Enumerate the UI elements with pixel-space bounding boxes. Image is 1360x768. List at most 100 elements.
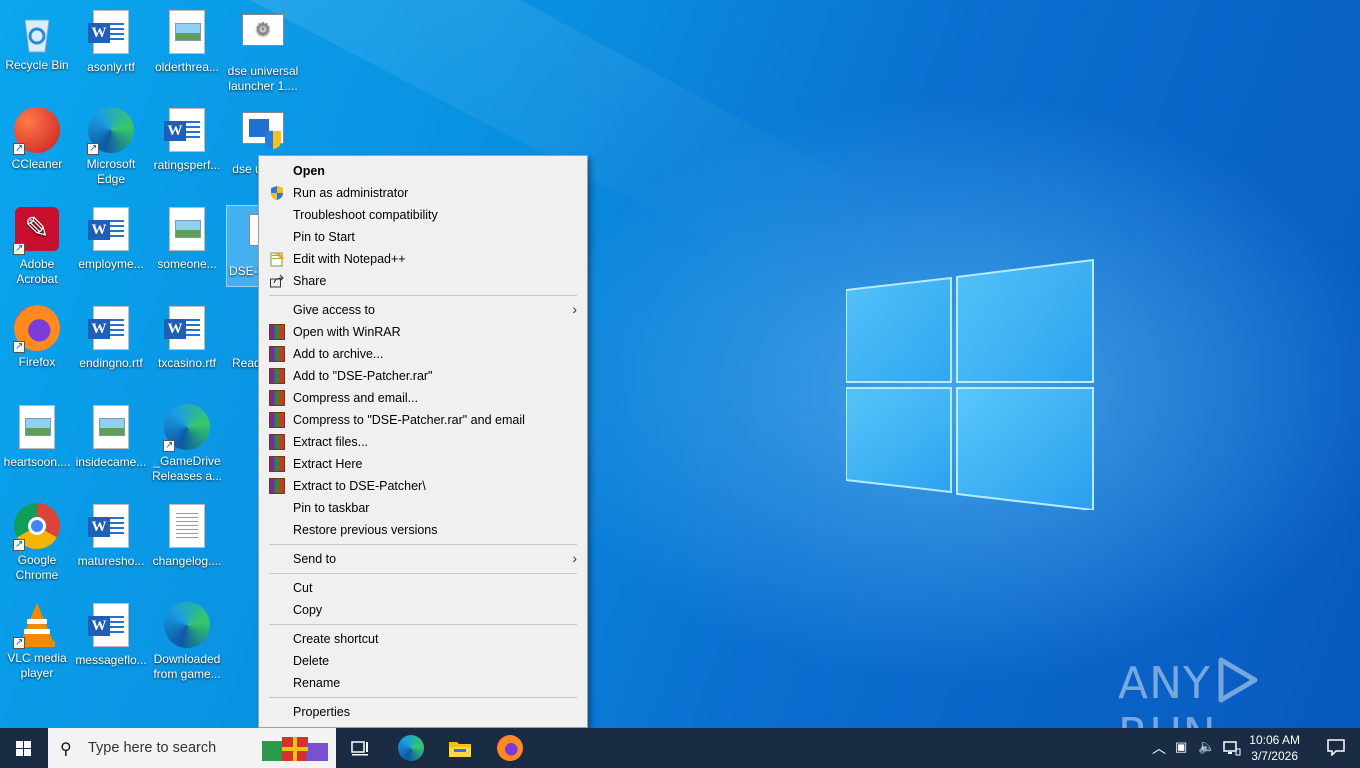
menu-item-edit-with-notepadpp[interactable]: Edit with Notepad++ xyxy=(259,248,587,270)
menu-item-label: Share xyxy=(293,274,327,288)
menu-item-label: Copy xyxy=(293,603,323,617)
menu-item-delete[interactable]: Delete xyxy=(259,650,587,672)
desktop-icon-dse-universal-launcher[interactable]: ⚙ dse universal launcher 1.... xyxy=(226,8,300,94)
notepadpp-icon xyxy=(269,251,285,267)
menu-item-create-shortcut[interactable]: Create shortcut xyxy=(259,628,587,650)
image-file-icon xyxy=(87,405,135,453)
taskbar-edge-button[interactable] xyxy=(397,734,425,762)
icon-label: messageflo... xyxy=(75,653,147,667)
desktop-icon-changelog[interactable]: changelog.... xyxy=(150,502,224,569)
menu-item-compress-and-email[interactable]: Compress and email... xyxy=(259,387,587,409)
desktop-icon-messageflo[interactable]: messageflo... xyxy=(74,601,148,668)
anyrun-watermark: ANY RUN xyxy=(1118,656,1318,760)
menu-separator xyxy=(269,295,577,296)
share-icon xyxy=(269,273,285,289)
menu-item-rename[interactable]: Rename xyxy=(259,672,587,694)
task-view-button[interactable] xyxy=(346,734,374,762)
menu-separator xyxy=(269,544,577,545)
menu-item-label: Open with WinRAR xyxy=(293,325,401,339)
firefox-icon xyxy=(13,305,61,354)
menu-item-label: Add to "DSE-Patcher.rar" xyxy=(293,369,433,383)
taskbar-file-explorer-button[interactable] xyxy=(446,734,474,762)
desktop-icon-maturesho[interactable]: maturesho... xyxy=(74,502,148,569)
taskbar: ⚲ Type here to search ︿ ▣ 🔈 10:06 AM 3/7… xyxy=(0,728,1360,768)
menu-separator xyxy=(269,573,577,574)
menu-item-extract-here[interactable]: Extract Here xyxy=(259,453,587,475)
network-button[interactable] xyxy=(1222,728,1242,768)
desktop-icon-gamedrive[interactable]: _GameDrive Releases a... xyxy=(150,403,224,484)
word-document-icon xyxy=(87,10,135,58)
taskbar-clock[interactable]: 10:06 AM 3/7/2026 xyxy=(1249,732,1300,764)
edge-icon xyxy=(87,107,135,156)
volume-icon: 🔈 xyxy=(1198,738,1216,754)
installer-shield-icon xyxy=(239,112,287,160)
show-hidden-icons-button[interactable]: ︿ xyxy=(1150,728,1166,768)
menu-item-open[interactable]: Open xyxy=(259,160,587,182)
start-button[interactable] xyxy=(0,728,48,768)
icon-label: Firefox xyxy=(18,355,56,369)
desktop-icon-ratingsperf[interactable]: ratingsperf... xyxy=(150,106,224,173)
desktop-icon-asonly[interactable]: asonly.rtf xyxy=(74,8,148,75)
desktop-icon-heartsoon[interactable]: heartsoon.... xyxy=(0,403,74,470)
menu-item-label: Cut xyxy=(293,581,313,595)
desktop-icon-olderthrea[interactable]: olderthrea... xyxy=(150,8,224,75)
menu-item-label: Pin to taskbar xyxy=(293,501,370,515)
menu-item-run-as-administrator[interactable]: Run as administrator xyxy=(259,182,587,204)
icon-label: olderthrea... xyxy=(154,60,220,74)
application-window-icon: ⚙ xyxy=(239,14,287,62)
uac-shield-icon xyxy=(269,185,285,201)
menu-item-copy[interactable]: Copy xyxy=(259,599,587,621)
icon-label: maturesho... xyxy=(77,554,145,568)
menu-item-extract-to-folder[interactable]: Extract to DSE-Patcher\ xyxy=(259,475,587,497)
menu-item-extract-files[interactable]: Extract files... xyxy=(259,431,587,453)
winrar-icon xyxy=(269,412,285,428)
desktop-icon-endingno[interactable]: endingno.rtf xyxy=(74,304,148,371)
icon-label: Microsoft Edge xyxy=(86,157,136,186)
recycle-bin-icon xyxy=(13,8,61,56)
menu-item-pin-to-start[interactable]: Pin to Start xyxy=(259,226,587,248)
menu-item-share[interactable]: Share xyxy=(259,270,587,292)
volume-button[interactable]: 🔈 xyxy=(1196,728,1218,768)
winrar-icon xyxy=(269,434,285,450)
menu-item-open-with-winrar[interactable]: Open with WinRAR xyxy=(259,321,587,343)
notification-icon xyxy=(1327,739,1345,757)
menu-item-compress-to-rar-and-email[interactable]: Compress to "DSE-Patcher.rar" and email xyxy=(259,409,587,431)
menu-item-add-to-dse-patcher-rar[interactable]: Add to "DSE-Patcher.rar" xyxy=(259,365,587,387)
menu-item-send-to[interactable]: Send to › xyxy=(259,548,587,570)
icon-label: VLC media player xyxy=(7,651,67,680)
taskbar-search-box[interactable]: ⚲ Type here to search xyxy=(48,728,336,768)
menu-item-troubleshoot-compatibility[interactable]: Troubleshoot compatibility xyxy=(259,204,587,226)
desktop-icon-insidecame[interactable]: insidecame... xyxy=(74,403,148,470)
icon-label: dse universal launcher 1.... xyxy=(227,64,299,93)
desktop-icon-someone[interactable]: someone... xyxy=(150,205,224,272)
desktop-icon-google-chrome[interactable]: Google Chrome xyxy=(0,502,74,583)
desktop-icon-recycle-bin[interactable]: Recycle Bin xyxy=(0,8,74,73)
word-document-icon xyxy=(163,108,211,156)
desktop-icon-microsoft-edge[interactable]: Microsoft Edge xyxy=(74,106,148,187)
menu-item-label: Create shortcut xyxy=(293,632,379,646)
menu-item-give-access-to[interactable]: Give access to › xyxy=(259,299,587,321)
desktop-icon-vlc[interactable]: VLC media player xyxy=(0,601,74,681)
acrobat-icon: ✎ xyxy=(13,207,61,256)
menu-item-add-to-archive[interactable]: Add to archive... xyxy=(259,343,587,365)
menu-item-properties[interactable]: Properties xyxy=(259,701,587,723)
action-center-button[interactable] xyxy=(1326,738,1346,757)
icon-label: changelog.... xyxy=(152,554,222,568)
meet-now-button[interactable]: ▣ xyxy=(1174,728,1192,768)
icon-label: txcasino.rtf xyxy=(157,356,217,370)
desktop-icon-downloaded[interactable]: Downloaded from game... xyxy=(150,601,224,682)
taskbar-firefox-button[interactable] xyxy=(496,734,524,762)
image-file-icon xyxy=(163,10,211,58)
image-file-icon xyxy=(13,405,61,453)
menu-item-restore-previous-versions[interactable]: Restore previous versions xyxy=(259,519,587,541)
menu-item-label: Delete xyxy=(293,654,330,668)
desktop-icon-adobe-acrobat[interactable]: ✎ Adobe Acrobat xyxy=(0,205,74,287)
desktop-icon-firefox[interactable]: Firefox xyxy=(0,304,74,370)
menu-item-pin-to-taskbar[interactable]: Pin to taskbar xyxy=(259,497,587,519)
menu-item-cut[interactable]: Cut xyxy=(259,577,587,599)
desktop-icon-ccleaner[interactable]: CCleaner xyxy=(0,106,74,172)
desktop-icon-txcasino[interactable]: txcasino.rtf xyxy=(150,304,224,371)
icon-label: CCleaner xyxy=(11,157,63,171)
search-highlight-gifts-icon[interactable] xyxy=(260,733,330,763)
desktop-icon-employme[interactable]: employme... xyxy=(74,205,148,272)
